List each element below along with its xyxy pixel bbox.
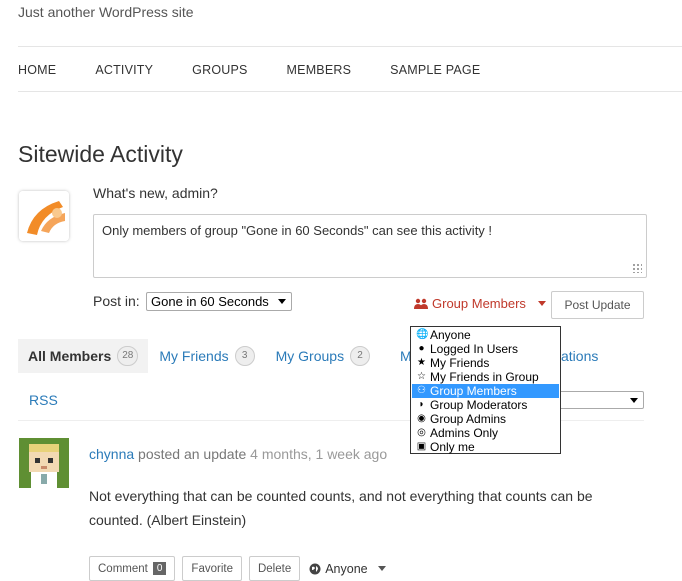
tab-count-badge: 28 [117,346,139,366]
option-label: Anyone [430,328,471,342]
privacy-selector-label: Group Members [432,296,526,311]
nav-item-members[interactable]: MEMBERS [287,63,352,77]
tab-label: My Friends [159,348,229,364]
post-update-button[interactable]: Post Update [551,291,644,319]
privacy-selector-button[interactable]: Group Members [414,296,546,311]
users-icon [414,298,428,309]
caret-down-icon [537,301,546,306]
tab-all-members[interactable]: All Members 28 [18,339,149,373]
tab-label: My Groups [275,348,345,364]
shield-icon: ◗ [418,399,425,410]
activity-privacy-label: Anyone [325,561,368,576]
chevron-down-icon [630,398,638,403]
tab-mentions-partial[interactable]: ations [561,348,598,364]
globe-icon: 🌐 [416,329,429,340]
option-label: Group Admins [430,412,507,426]
lock-icon: ▣ [416,441,427,452]
post-in-select-value: Gone in 60 Seconds [151,294,269,309]
activity-tabs: All Members 28 My Friends 3 My Groups 2 [18,339,381,373]
nav-item-activity[interactable]: ACTIVITY [95,63,153,77]
favorite-button[interactable]: Favorite [182,556,242,581]
activity-action: posted an update [138,446,247,462]
privacy-option-friends-in-group[interactable]: ☆ My Friends in Group [412,370,559,384]
rss-link[interactable]: RSS [29,392,58,408]
nav-item-home[interactable]: HOME [18,63,56,77]
tab-my-groups[interactable]: My Groups 2 [266,339,380,373]
tab-my-friends[interactable]: My Friends 3 [149,339,264,373]
comment-count-badge: 0 [152,562,167,575]
eye-icon: ◎ [417,427,426,438]
activity-meta: chynna posted an update 4 months, 1 week… [89,446,387,462]
site-tagline: Just another WordPress site [18,4,194,20]
page-title: Sitewide Activity [18,141,183,167]
option-label: Group Moderators [430,398,528,412]
delete-button[interactable]: Delete [248,556,301,581]
privacy-option-only-me[interactable]: ▣ Only me [412,440,559,454]
pixel-avatar-icon [19,438,69,488]
users-icon: ⚇ [417,385,426,396]
resize-grip-icon[interactable] [632,263,642,273]
privacy-option-group-moderators[interactable]: ◗ Group Moderators [412,398,559,412]
avatar-logo-icon [19,191,69,241]
whats-new-prompt: What's new, admin? [93,185,218,201]
option-label: My Friends in Group [430,370,539,384]
activity-textarea[interactable]: Only members of group "Gone in 60 Second… [93,214,647,278]
option-label: My Friends [430,356,490,370]
nav-item-groups[interactable]: GROUPS [192,63,247,77]
main-nav: HOME ACTIVITY GROUPS MEMBERS SAMPLE PAGE [18,63,519,77]
star-icon: ★ [417,357,426,368]
post-in-label: Post in: [93,293,140,309]
comment-button[interactable]: Comment 0 [89,556,176,581]
option-label: Logged In Users [430,342,519,356]
privacy-option-group-admins[interactable]: ◉ Group Admins [412,412,559,426]
post-in-select[interactable]: Gone in 60 Seconds [146,292,292,311]
caret-down-icon [377,566,386,571]
chevron-down-icon [278,299,286,304]
comment-label: Comment [98,562,148,575]
nav-item-sample-page[interactable]: SAMPLE PAGE [390,63,480,77]
activity-author-link[interactable]: chynna [89,446,134,462]
admin-avatar[interactable] [19,191,69,241]
activity-privacy-selector[interactable]: Anyone [309,561,386,576]
activity-textarea-value: Only members of group "Gone in 60 Second… [102,223,493,238]
privacy-option-group-members[interactable]: ⚇ Group Members [412,384,559,398]
privacy-option-logged-in[interactable]: ● Logged In Users [412,342,559,356]
option-label: Group Members [430,384,517,398]
nav-divider [18,91,682,92]
privacy-option-admins-only[interactable]: ◎ Admins Only [412,426,559,440]
tab-count-badge: 3 [234,346,255,366]
user-avatar[interactable] [19,438,69,488]
activity-timestamp[interactable]: 4 months, 1 week ago [250,446,387,462]
star-outline-icon: ☆ [417,371,426,382]
header-divider [18,46,682,47]
tab-count-badge: 2 [350,346,371,366]
privacy-option-anyone[interactable]: 🌐 Anyone [412,328,559,342]
activity-actions: Comment 0 Favorite Delete Anyone [89,556,386,581]
activity-content: Not everything that can be counted count… [89,488,593,528]
option-label: Only me [430,440,475,454]
globe-icon [309,563,321,574]
option-label: Admins Only [430,426,499,440]
user-icon: ● [418,343,425,354]
privacy-option-my-friends[interactable]: ★ My Friends [412,356,559,370]
eye-slash-icon: ◉ [417,413,426,424]
privacy-dropdown-list[interactable]: 🌐 Anyone ● Logged In Users ★ My Friends … [410,326,561,454]
tab-label: All Members [28,348,112,364]
